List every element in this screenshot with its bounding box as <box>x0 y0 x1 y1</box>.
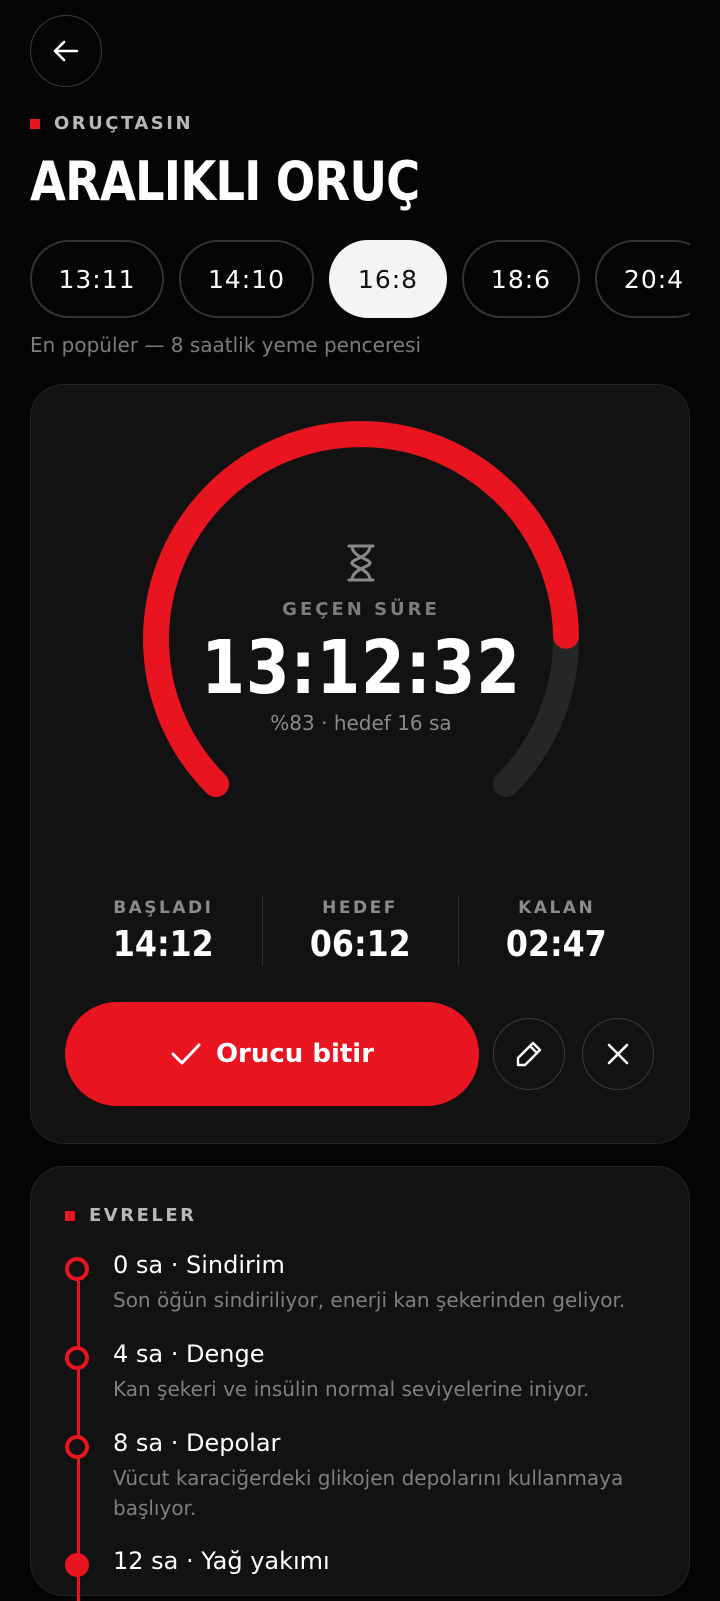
phases-marker <box>65 1210 75 1221</box>
back-button[interactable] <box>30 15 102 87</box>
plan-selector: 13:11 14:10 16:8 18:6 20:4 <box>30 240 690 318</box>
stat-remaining: KALAN 02:47 <box>458 890 655 970</box>
stat-value-text: 14:12 <box>112 924 214 965</box>
plan-description: En popüler — 8 saatlik yeme penceresi <box>30 333 422 357</box>
plan-chip-16-8[interactable]: 16:8 <box>329 240 447 318</box>
stat-target: HEDEF 06:12 <box>261 890 459 970</box>
phase-title: 4 sa · Denge <box>113 1340 265 1368</box>
brand-label: ORUÇTASIN <box>30 113 193 134</box>
stat-label: KALAN <box>518 898 596 918</box>
edit-button[interactable] <box>493 1018 565 1090</box>
stat-value: 14:12 <box>65 924 262 965</box>
stat-value: 06:12 <box>262 924 459 965</box>
brand-text: ORUÇTASIN <box>54 113 194 134</box>
stat-started: BAŞLADI 14:12 <box>65 890 262 970</box>
fast-stats: BAŞLADI 14:12 HEDEF 06:12 KALAN 02:47 <box>65 890 655 970</box>
end-fast-label: Orucu bitir <box>215 1039 375 1069</box>
phases-title: EVRELER <box>65 1205 197 1226</box>
cancel-button[interactable] <box>582 1018 654 1090</box>
plan-chip-20-4[interactable]: 20:4 <box>595 240 690 318</box>
hourglass-icon <box>347 544 375 582</box>
stat-label: HEDEF <box>322 898 398 918</box>
stat-label: BAŞLADI <box>113 898 214 918</box>
phase-title: 0 sa · Sindirim <box>113 1251 285 1279</box>
timer-card: GEÇEN SÜRE 13:12:32 %83 · hedef 16 sa BA… <box>30 384 690 1144</box>
plan-chip-18-6[interactable]: 18:6 <box>462 240 580 318</box>
elapsed-time: 13:12:32 <box>31 625 691 711</box>
check-icon <box>171 1043 201 1065</box>
plan-chip-14-10[interactable]: 14:10 <box>179 240 314 318</box>
phase-title: 12 sa · Yağ yakımı <box>113 1547 330 1575</box>
phases-title-text: EVRELER <box>89 1205 197 1226</box>
phase-description: Son öğün sindiriliyor, enerji kan şekeri… <box>113 1288 626 1312</box>
phases-card: EVRELER 0 sa · Sindirim Son öğün sindiri… <box>30 1166 690 1601</box>
phase-title: 8 sa · Depolar <box>113 1429 281 1457</box>
phase-dot <box>65 1435 89 1459</box>
brand-marker <box>30 118 40 129</box>
phase-dot <box>65 1553 89 1577</box>
page-title: ARALIKLI ORUÇ <box>30 150 420 213</box>
pencil-icon <box>516 1041 542 1067</box>
phase-dot <box>65 1257 89 1281</box>
phase-description: Vücut karaciğerdeki glikojen depolarını … <box>113 1466 624 1520</box>
close-icon <box>607 1043 629 1065</box>
arrow-left-icon <box>53 40 79 62</box>
plan-chip-13-11[interactable]: 13:11 <box>30 240 164 318</box>
elapsed-label: GEÇEN SÜRE <box>282 599 440 620</box>
stat-value: 02:47 <box>458 924 655 965</box>
progress-text: %83 · hedef 16 sa <box>270 711 452 735</box>
end-fast-button[interactable]: Orucu bitir <box>65 1002 479 1106</box>
elapsed-time-value: 13:12:32 <box>201 625 521 711</box>
phase-dot <box>65 1346 89 1370</box>
stat-value-text: 06:12 <box>309 924 411 965</box>
stat-value-text: 02:47 <box>506 924 608 965</box>
phase-description: Kan şekeri ve insülin normal seviyelerin… <box>113 1377 590 1401</box>
